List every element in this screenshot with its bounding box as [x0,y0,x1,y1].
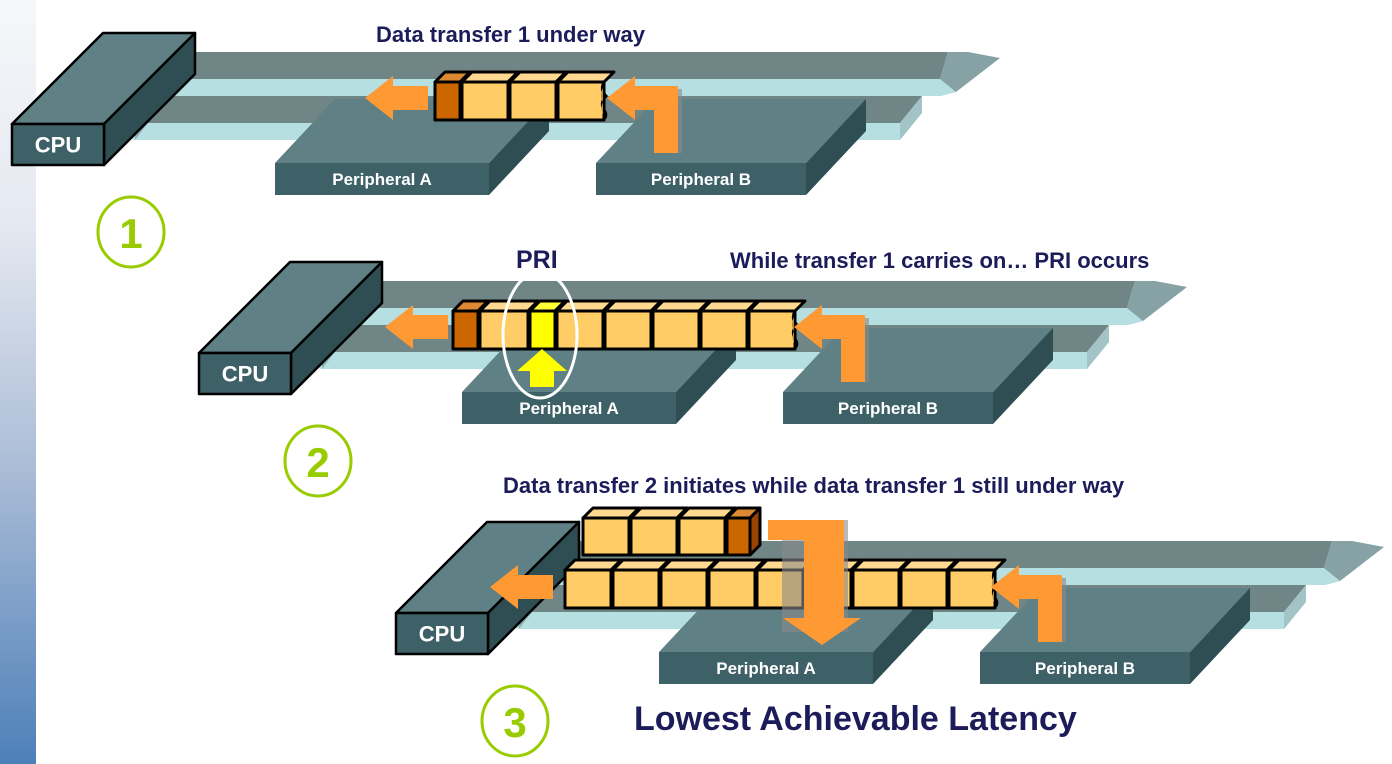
packet-front [851,568,901,610]
bus-transfer-diagram: CPU Peripheral A Peripheral B 1 CPU Periphera… [10,31,1384,758]
transfer2-packet-front [629,516,679,557]
packet [556,70,616,122]
cpu-box-label: CPU [419,621,465,646]
packet-front [707,568,757,610]
panel-2: CPU Peripheral A Peripheral B 2 [197,260,1187,498]
pri-packet-front [528,309,557,351]
step-number: 1 [119,210,142,257]
panel-1-caption: Data transfer 1 under way [376,22,645,47]
step-number: 3 [503,699,526,746]
packet-front [603,309,653,351]
panel-2-caption: While transfer 1 carries on… PRI occurs [730,248,1150,273]
footer-title: Lowest Achievable Latency [634,700,1077,738]
peripheral-a-box-label: Peripheral A [332,170,432,189]
cpu-box-label: CPU [222,361,268,386]
packet-front [651,309,701,351]
pri-label: PRI [516,246,558,274]
packet-head-front [433,80,462,122]
packet-front [899,568,949,610]
peripheral-a-box-label: Peripheral A [716,659,816,678]
peripheral-b-box-label: Peripheral B [1035,659,1135,678]
panel-1: CPU Peripheral A Peripheral B 1 [10,31,1000,269]
transfer2-packet-front [677,516,727,557]
cpu-box: CPU [10,31,197,167]
packet-front [563,568,613,610]
cpu-box-label: CPU [35,132,81,157]
packet-front [508,80,558,122]
step-number: 2 [306,439,329,486]
packet-front [747,309,797,351]
peripheral-b-box-label: Peripheral B [838,399,938,418]
transfer2-packet-front [581,516,631,557]
packet-head-front [451,309,480,351]
transfer2-packet-head-front [725,516,752,557]
packet-front [659,568,709,610]
packet-front [460,80,510,122]
panel-3-caption: Data transfer 2 initiates while data tra… [503,473,1125,498]
packet-front [556,80,606,122]
packet-front [611,568,661,610]
cpu-box: CPU [197,260,384,396]
transfer2-packet-head [725,506,762,557]
peripheral-a-box-label: Peripheral A [519,399,619,418]
packet-front [947,568,997,610]
packet-front [699,309,749,351]
packet-front [555,309,605,351]
peripheral-b-box-label: Peripheral B [651,170,751,189]
